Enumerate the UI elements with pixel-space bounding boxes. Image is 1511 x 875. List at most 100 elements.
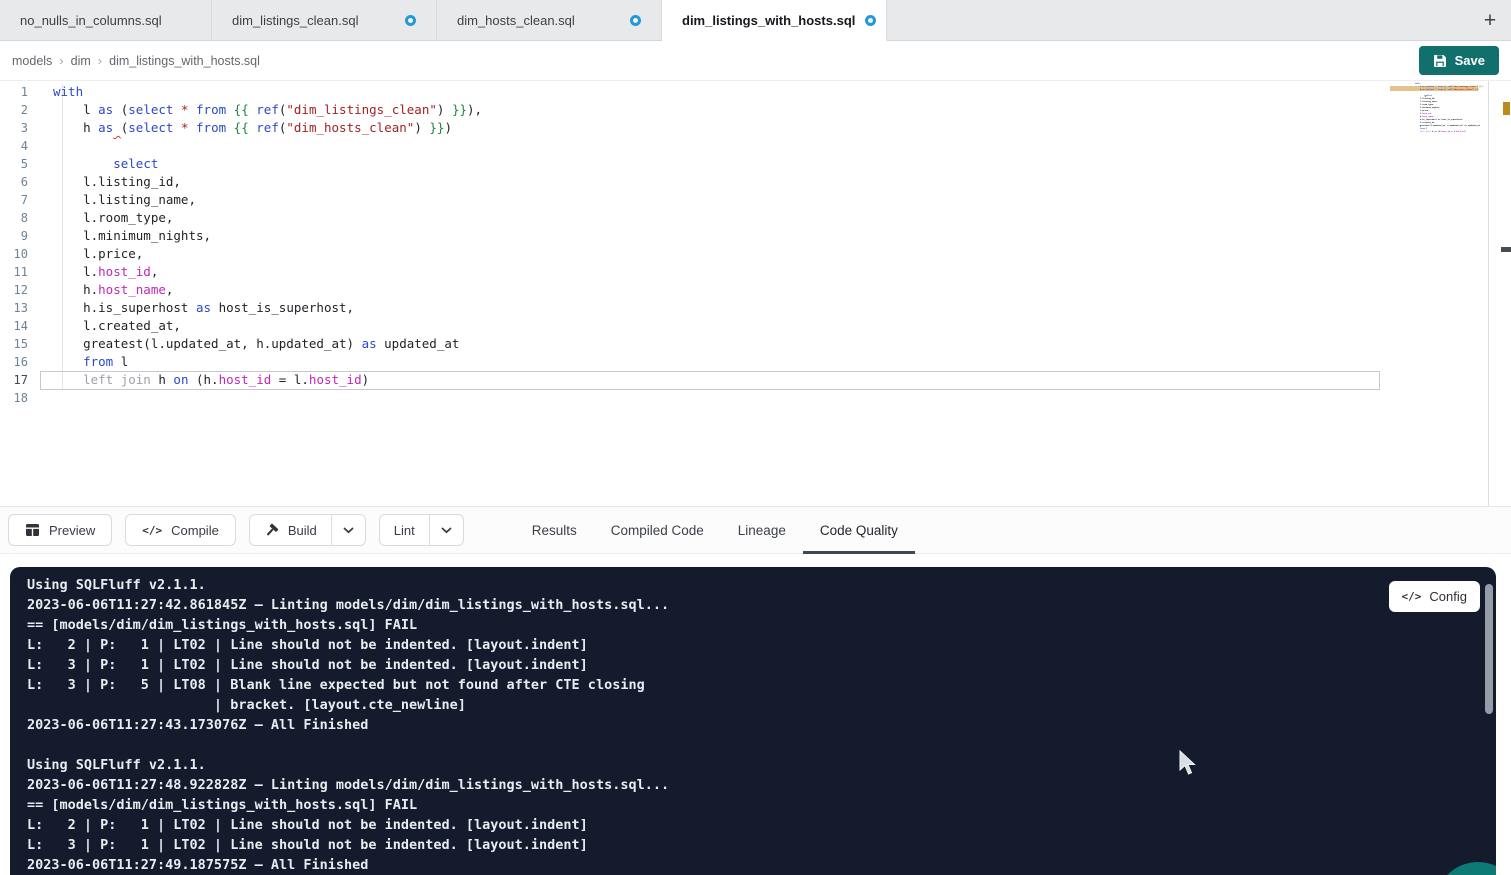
save-button[interactable]: Save [1419,46,1499,75]
code-line[interactable]: 13 h.is_superhost as host_is_superhost, [0,299,1511,317]
result-tab-bar: ResultsCompiled CodeLineageCode Quality [515,506,915,554]
minimap[interactable]: with l as (select * from {{ ref("dim_lis… [1390,83,1478,137]
save-floppy-icon [1433,54,1447,68]
code-line[interactable]: 1 with [0,83,1511,101]
lint-button[interactable]: Lint [380,515,429,545]
code-text: h as (select * from {{ ref("dim_hosts_cl… [53,119,452,137]
build-dropdown-button[interactable] [331,515,365,545]
code-line[interactable]: 18 [0,389,1511,407]
code-line[interactable]: 15 greatest(l.updated_at, h.updated_at) … [0,335,1511,353]
code-text: l.host_id, [1415,113,1432,115]
breadcrumb-separator: › [59,53,63,68]
line-number: 13 [0,299,28,317]
config-label: Config [1429,589,1467,604]
code-line[interactable]: 17 left join h on (h.host_id = l.host_id… [0,371,1511,389]
new-tab-button[interactable]: + [1475,5,1505,35]
code-text: greatest(l.updated_at, h.updated_at) as … [1415,125,1480,127]
code-line[interactable]: 4 [0,137,1511,155]
code-text: l.minimum_nights, [1415,107,1440,109]
line-number: 8 [0,209,28,227]
code-line[interactable]: 6 l.listing_id, [0,173,1511,191]
lint-split-button: Lint [379,514,464,546]
code-text: from l [1415,128,1427,130]
overview-ruler-warning-marker [1503,102,1510,115]
build-button[interactable]: Build [250,515,331,545]
save-button-label: Save [1455,53,1485,68]
code-text: from l [53,353,128,371]
code-line[interactable]: 10 l.price, [0,245,1511,263]
line-number: 7 [0,191,28,209]
code-text: select [53,155,158,173]
unsaved-dot-icon [405,15,416,26]
code-line[interactable]: 3 h as (select * from {{ ref("dim_hosts_… [0,119,1511,137]
lint-label: Lint [394,523,415,538]
lint-dropdown-button[interactable] [429,515,463,545]
file-tab[interactable]: dim_listings_clean.sql [212,0,437,40]
unsaved-dot-icon [630,15,641,26]
code-line[interactable]: 16 from l [0,353,1511,371]
code-line[interactable]: 2 l as (select * from {{ ref("dim_listin… [0,101,1511,119]
terminal-panel-area: Using SQLFluff v2.1.1. 2023-06-06T11:27:… [0,554,1511,875]
code-text: l.room_type, [1415,104,1434,106]
table-icon [25,523,40,537]
code-line[interactable]: 7 l.listing_name, [0,191,1511,209]
code-line[interactable]: 14 l.created_at, [0,317,1511,335]
code-text: l.minimum_nights, [53,227,211,245]
code-text: l.room_type, [53,209,173,227]
code-line[interactable]: 9 l.minimum_nights, [0,227,1511,245]
code-line[interactable]: 8 l.room_type, [0,209,1511,227]
code-text: left join h on (h.host_id = l.host_id) [1415,131,1466,133]
preview-button[interactable]: Preview [8,514,112,546]
file-tab-label: dim_hosts_clean.sql [457,13,575,28]
result-tab[interactable]: Compiled Code [594,506,721,554]
chevron-down-icon [441,527,452,534]
line-number: 10 [0,245,28,263]
overview-ruler-cursor-marker [1501,247,1511,252]
result-tab[interactable]: Results [515,506,594,554]
line-number: 17 [0,371,28,389]
line-number: 5 [0,155,28,173]
file-header-row: models›dim›dim_listings_with_hosts.sql S… [0,41,1511,81]
file-tab[interactable]: dim_hosts_clean.sql [437,0,662,40]
code-text: l.listing_name, [53,191,196,209]
code-line[interactable]: 11 l.host_id, [0,263,1511,281]
build-split-button: Build [249,514,366,546]
breadcrumb-separator: › [98,53,102,68]
line-number: 11 [0,263,28,281]
code-text: l as (select * from {{ ref("dim_listings… [53,101,482,119]
line-number: 1 [0,83,28,101]
code-text: h.is_superhost as host_is_superhost, [53,299,354,317]
file-tab-bar: no_nulls_in_columns.sqldim_listings_clea… [0,0,1511,41]
file-tab[interactable]: no_nulls_in_columns.sql [0,0,212,40]
result-tab[interactable]: Lineage [721,506,803,554]
code-text: l.price, [53,245,143,263]
compile-button[interactable]: </> Compile [125,514,236,546]
config-button[interactable]: </> Config [1389,581,1480,612]
ide-window: no_nulls_in_columns.sqldim_listings_clea… [0,0,1511,875]
line-number: 9 [0,227,28,245]
chevron-down-icon [343,527,354,534]
code-text: l.host_id, [53,263,158,281]
breadcrumb-segment: models [12,54,52,68]
code-line[interactable]: 5 select [0,155,1511,173]
hammer-icon [264,523,279,538]
code-text: with [1415,83,1420,85]
code-text: l.price, [1415,110,1429,112]
file-tab[interactable]: dim_listings_with_hosts.sql [662,0,887,41]
build-label: Build [288,523,317,538]
code-text: greatest(l.updated_at, h.updated_at) as … [53,335,459,353]
code-text: h.host_name, [1415,116,1434,118]
code-text: l.created_at, [53,317,181,335]
code-text: l.listing_id, [1415,98,1435,100]
result-tab[interactable]: Code Quality [803,506,915,554]
code-editor[interactable]: 1 with 2 l as (select * from {{ ref("dim_l… [0,81,1511,506]
code-text: h.is_superhost as host_is_superhost, [1415,119,1463,121]
breadcrumb-segment: dim [71,54,91,68]
line-number: 6 [0,173,28,191]
terminal-output: Using SQLFluff v2.1.1. 2023-06-06T11:27:… [10,567,1496,875]
code-line[interactable]: 12 h.host_name, [0,281,1511,299]
minimap-content: with l as (select * from {{ ref("dim_lis… [1390,83,1478,137]
preview-label: Preview [49,523,95,538]
code-brackets-icon: </> [1402,590,1422,603]
terminal-scrollbar-thumb[interactable] [1485,584,1493,714]
